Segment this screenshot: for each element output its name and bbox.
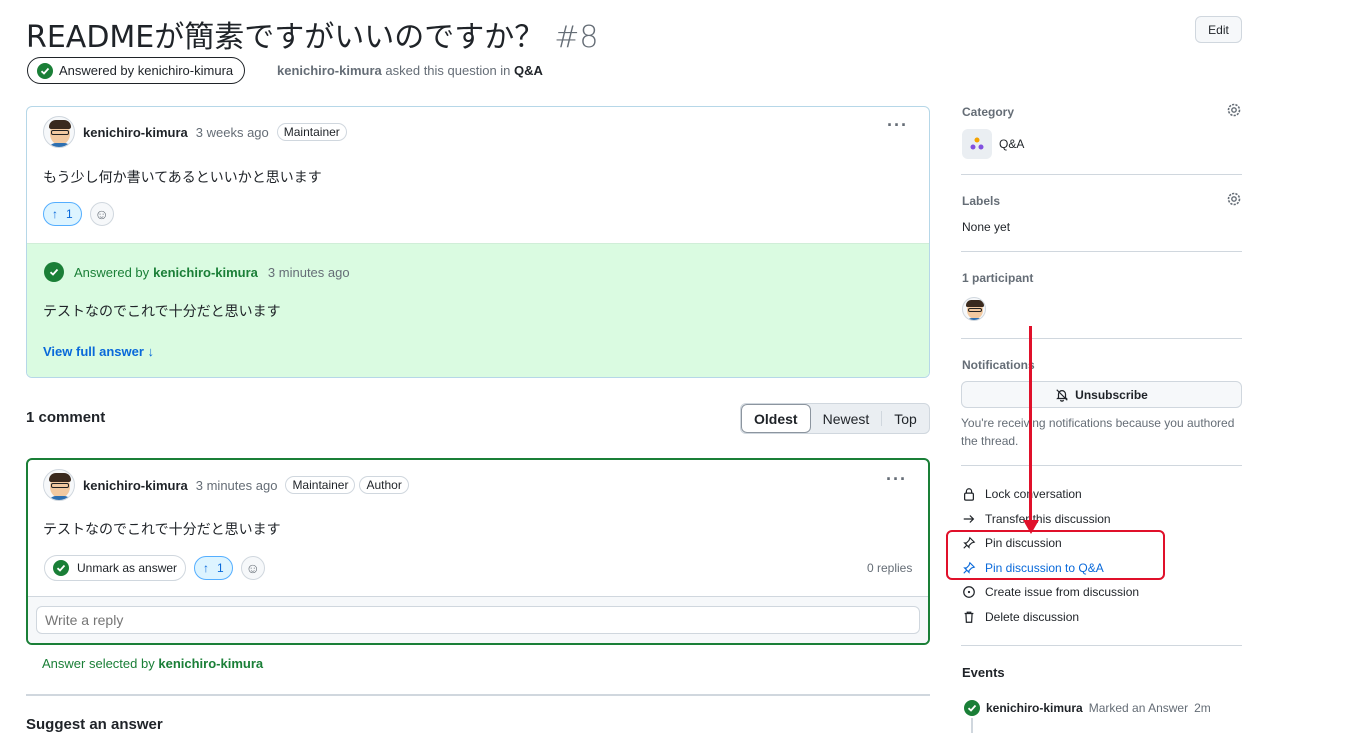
events-heading: Events (962, 665, 1005, 680)
notifications-heading: Notifications (962, 358, 1035, 372)
comment-body: テストなのでこれで十分だと思います (43, 522, 281, 538)
question-time[interactable]: 3 weeks ago (196, 125, 269, 140)
sort-top[interactable]: Top (882, 404, 929, 433)
unsubscribe-button[interactable]: Unsubscribe (961, 381, 1242, 408)
arrow-up-icon: ↑ (52, 207, 58, 221)
smiley-icon[interactable]: ☺ (240, 556, 265, 580)
avatar[interactable] (43, 116, 75, 148)
divider (961, 338, 1242, 339)
answered-badge[interactable]: Answered by kenichiro-kimura (27, 57, 246, 84)
divider (961, 465, 1242, 466)
comment-count: 1 comment (26, 409, 106, 426)
unmark-answer-button[interactable]: Unmark as answer (44, 555, 187, 581)
unsubscribe-label: Unsubscribe (1075, 387, 1148, 402)
smiley-icon[interactable]: ☺ (89, 202, 114, 226)
participant-avatar[interactable] (962, 297, 986, 321)
check-circle-icon (44, 262, 64, 282)
answered-by-label: Answered by (74, 264, 150, 280)
reply-area (28, 596, 928, 643)
category-heading: Category (962, 105, 1015, 119)
question-body: もう少し何か書いてあるといいかと思います (43, 170, 322, 186)
edit-button[interactable]: Edit (1195, 16, 1242, 43)
arrow-right-icon (963, 515, 975, 523)
maintainer-badge: Maintainer (285, 476, 356, 494)
arrow-up-icon: ↑ (203, 561, 210, 575)
sort-oldest[interactable]: Oldest (741, 404, 811, 433)
event-item: kenichiro-kimura Marked an Answer 2m (964, 700, 1211, 716)
unmark-answer-label: Unmark as answer (77, 561, 178, 575)
author-link[interactable]: kenichiro-kimura (277, 63, 382, 78)
answered-badge-label: Answered by kenichiro-kimura (59, 63, 234, 78)
view-full-answer-link[interactable]: View full answer ↓ (43, 344, 154, 359)
divider (26, 694, 930, 696)
comment-author[interactable]: kenichiro-kimura (83, 478, 188, 493)
notification-reason: You're receiving notifications because y… (961, 416, 1235, 448)
kebab-menu-icon[interactable]: ··· (886, 469, 907, 490)
check-circle-icon (37, 62, 53, 79)
participants-heading: 1 participant (962, 271, 1034, 285)
sort-control[interactable]: Oldest Newest Top (740, 403, 930, 434)
suggest-answer-heading: Suggest an answer (26, 716, 163, 733)
comment-post: kenichiro-kimura 3 minutes ago Maintaine… (26, 458, 930, 645)
category-icon (962, 129, 992, 159)
upvote-count: 1 (66, 207, 73, 221)
answer-body: テストなのでこれで十分だと思います (43, 304, 281, 320)
divider (961, 645, 1242, 646)
answered-by-user[interactable]: kenichiro-kimura (153, 265, 258, 280)
upvote-count: 1 (217, 561, 224, 575)
trash-icon (964, 611, 974, 623)
answer-time[interactable]: 3 minutes ago (268, 265, 350, 280)
event-user[interactable]: kenichiro-kimura (986, 701, 1083, 715)
lock-conversation-action[interactable]: Lock conversation (962, 487, 1082, 501)
annotation-arrow (1029, 326, 1032, 526)
question-author[interactable]: kenichiro-kimura (83, 125, 188, 140)
labels-value: None yet (962, 220, 1011, 234)
category-value[interactable]: Q&A (999, 137, 1024, 151)
discussion-title: READMEが簡素ですがいいのですか？ (26, 20, 545, 55)
answer-selected-user[interactable]: kenichiro-kimura (158, 656, 263, 671)
create-issue-action[interactable]: Create issue from discussion (962, 585, 1139, 599)
sort-newest[interactable]: Newest (811, 404, 882, 433)
divider (961, 174, 1242, 175)
upvote-button[interactable]: ↑ 1 (43, 202, 82, 226)
reply-input[interactable] (36, 606, 920, 634)
answer-preview: Answered by kenichiro-kimura 3 minutes a… (27, 243, 929, 377)
issue-opened-icon (963, 586, 975, 598)
answer-selected-note: Answer selected by kenichiro-kimura (42, 656, 264, 671)
arrow-down-icon: ↓ (147, 344, 155, 359)
event-time: 2m (1194, 701, 1211, 715)
discussion-meta: kenichiro-kimura asked this question in … (277, 63, 543, 78)
gear-icon[interactable] (1226, 102, 1242, 118)
event-action: Marked an Answer (1088, 701, 1189, 715)
delete-discussion-action[interactable]: Delete discussion (962, 610, 1079, 624)
comment-time[interactable]: 3 minutes ago (196, 478, 278, 493)
question-author-row: kenichiro-kimura 3 weeks ago Maintainer (43, 116, 347, 148)
author-badge: Author (359, 476, 409, 494)
comment-author-row: kenichiro-kimura 3 minutes ago Maintaine… (43, 469, 409, 501)
lock-icon (964, 488, 974, 501)
gear-icon[interactable] (1226, 191, 1242, 207)
timeline-line (971, 718, 973, 733)
asked-text: asked this question in (385, 63, 511, 78)
annotation-highlight-box (946, 530, 1165, 580)
discussion-number: #8 (554, 20, 599, 55)
kebab-menu-icon[interactable]: ··· (887, 115, 908, 136)
category-link[interactable]: Q&A (514, 63, 543, 78)
replies-count: 0 replies (867, 561, 913, 575)
question-post: kenichiro-kimura 3 weeks ago Maintainer … (26, 106, 930, 378)
upvote-button[interactable]: ↑ 1 (194, 556, 233, 580)
check-circle-icon (964, 700, 980, 716)
check-circle-icon (53, 560, 69, 576)
avatar[interactable] (43, 469, 75, 501)
page-title: READMEが簡素ですがいいのですか？ #8 (26, 12, 599, 56)
maintainer-badge: Maintainer (276, 123, 347, 141)
labels-heading: Labels (962, 194, 1001, 208)
divider (961, 251, 1242, 252)
bell-slash-icon (1056, 388, 1069, 402)
